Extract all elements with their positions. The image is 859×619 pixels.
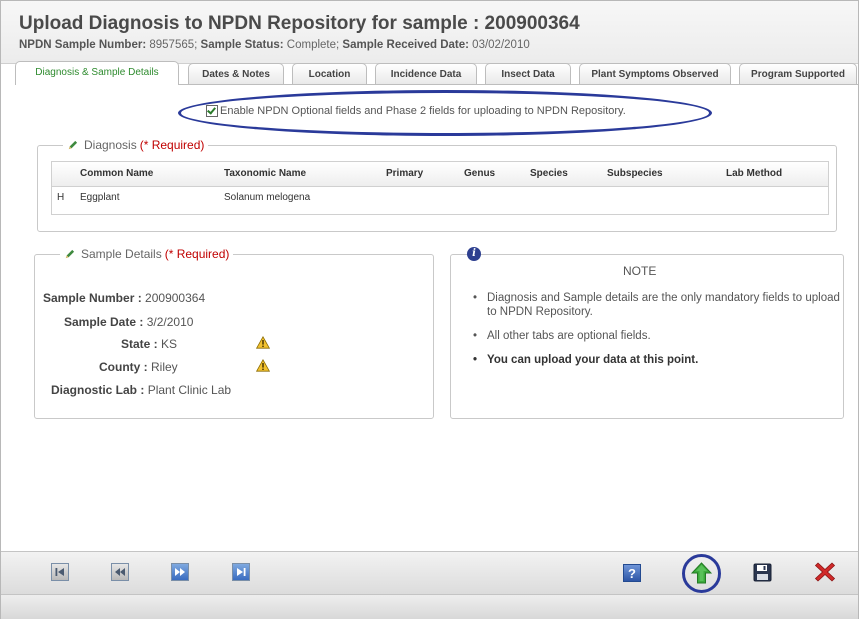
sample-received-date-label: Sample Received Date: xyxy=(342,39,469,51)
column-species[interactable]: Species xyxy=(530,168,568,179)
diagnosis-legend-title: Diagnosis xyxy=(84,138,137,152)
diagnostic-lab-field: Diagnostic Lab : Plant Clinic Lab xyxy=(51,383,231,397)
diagnosis-legend: Diagnosis (* Required) xyxy=(63,138,209,152)
close-x-icon xyxy=(814,562,836,582)
sample-date-value: 3/2/2010 xyxy=(146,315,194,329)
sample-status-label: Sample Status: xyxy=(200,39,284,51)
sample-number-field: Sample Number : 200900364 xyxy=(43,291,205,305)
sample-date-field: Sample Date : 3/2/2010 xyxy=(64,315,193,329)
warning-icon xyxy=(256,359,270,372)
diagnosis-required-note: (* Required) xyxy=(139,138,205,152)
sample-date-label: Sample Date : xyxy=(64,315,144,329)
sample-details-legend: Sample Details (* Required) xyxy=(60,247,234,261)
last-record-button[interactable] xyxy=(232,563,250,581)
help-icon: ? xyxy=(628,566,636,581)
county-value: Riley xyxy=(151,360,178,374)
tab-diagnosis-sample-details[interactable]: Diagnosis & Sample Details xyxy=(15,61,179,85)
column-taxonomic-name[interactable]: Taxonomic Name xyxy=(224,168,306,179)
save-button[interactable] xyxy=(753,563,772,582)
note-item-optional: All other tabs are optional fields. xyxy=(471,329,841,343)
state-value: KS xyxy=(161,337,178,351)
diagnosis-grid: Common Name Taxonomic Name Primary Genus… xyxy=(51,161,829,215)
bottom-toolbar xyxy=(1,551,858,594)
diagnostic-lab-value: Plant Clinic Lab xyxy=(147,383,232,397)
county-label: County : xyxy=(99,360,148,374)
note-title: NOTE xyxy=(623,264,657,278)
row-marker: H xyxy=(57,192,65,203)
warning-icon xyxy=(256,336,270,349)
sample-number-value: 200900364 xyxy=(145,291,206,305)
note-item-mandatory: Diagnosis and Sample details are the onl… xyxy=(471,291,841,319)
state-label: State : xyxy=(121,337,158,351)
sample-summary: NPDN Sample Number: 8957565; Sample Stat… xyxy=(19,39,530,51)
note-item-upload: You can upload your data at this point. xyxy=(471,353,841,367)
first-record-icon xyxy=(55,568,64,576)
sample-details-legend-title: Sample Details xyxy=(81,247,162,261)
tab-incidence-data[interactable]: Incidence Data xyxy=(375,63,477,84)
tab-location[interactable]: Location xyxy=(292,63,367,84)
cell-taxonomic-name: Solanum melogena xyxy=(224,192,311,203)
npdn-sample-number-value: 8957565; xyxy=(146,39,201,51)
sample-received-date-value: 03/02/2010 xyxy=(468,39,530,51)
note-list: Diagnosis and Sample details are the onl… xyxy=(471,291,841,377)
first-record-button[interactable] xyxy=(51,563,69,581)
diagnosis-grid-header: Common Name Taxonomic Name Primary Genus… xyxy=(52,162,828,187)
state-field: State : KS xyxy=(121,337,177,351)
tab-insect-data[interactable]: Insect Data xyxy=(485,63,571,84)
window-title: Upload Diagnosis to NPDN Repository for … xyxy=(19,13,580,34)
column-common-name[interactable]: Common Name xyxy=(80,168,153,179)
sample-number-label: Sample Number : xyxy=(43,291,142,305)
table-row[interactable]: H Eggplant Solanum melogena xyxy=(52,187,828,209)
next-record-icon xyxy=(175,568,185,576)
npdn-sample-number-label: NPDN Sample Number: xyxy=(19,39,147,51)
help-button[interactable]: ? xyxy=(623,564,641,582)
next-record-button[interactable] xyxy=(171,563,189,581)
tab-plant-symptoms-observed[interactable]: Plant Symptoms Observed xyxy=(579,63,731,84)
column-lab-method[interactable]: Lab Method xyxy=(726,168,782,179)
column-subspecies[interactable]: Subspecies xyxy=(607,168,663,179)
county-field: County : Riley xyxy=(99,360,178,374)
previous-record-icon xyxy=(115,568,125,576)
highlight-oval xyxy=(178,90,712,136)
pencil-icon xyxy=(65,249,75,258)
upload-arrow-icon xyxy=(691,562,712,584)
upload-diagnosis-window: Upload Diagnosis to NPDN Repository for … xyxy=(0,0,859,619)
save-disk-icon xyxy=(753,563,772,582)
close-button[interactable] xyxy=(814,561,836,583)
column-primary[interactable]: Primary xyxy=(386,168,423,179)
upload-button[interactable] xyxy=(691,562,712,584)
info-icon: i xyxy=(467,247,481,261)
tab-dates-notes[interactable]: Dates & Notes xyxy=(188,63,284,84)
pencil-icon xyxy=(68,140,78,149)
column-genus[interactable]: Genus xyxy=(464,168,495,179)
previous-record-button[interactable] xyxy=(111,563,129,581)
last-record-icon xyxy=(237,568,246,576)
status-bar xyxy=(1,594,858,619)
sample-details-required-note: (* Required) xyxy=(164,247,230,261)
cell-common-name: Eggplant xyxy=(80,192,120,203)
diagnostic-lab-label: Diagnostic Lab : xyxy=(51,383,145,397)
sample-status-value: Complete; xyxy=(283,39,343,51)
title-area: Upload Diagnosis to NPDN Repository for … xyxy=(1,1,858,64)
tab-program-supported[interactable]: Program Supported xyxy=(739,63,857,84)
tab-bar: Diagnosis & Sample Details Dates & Notes… xyxy=(15,61,857,85)
